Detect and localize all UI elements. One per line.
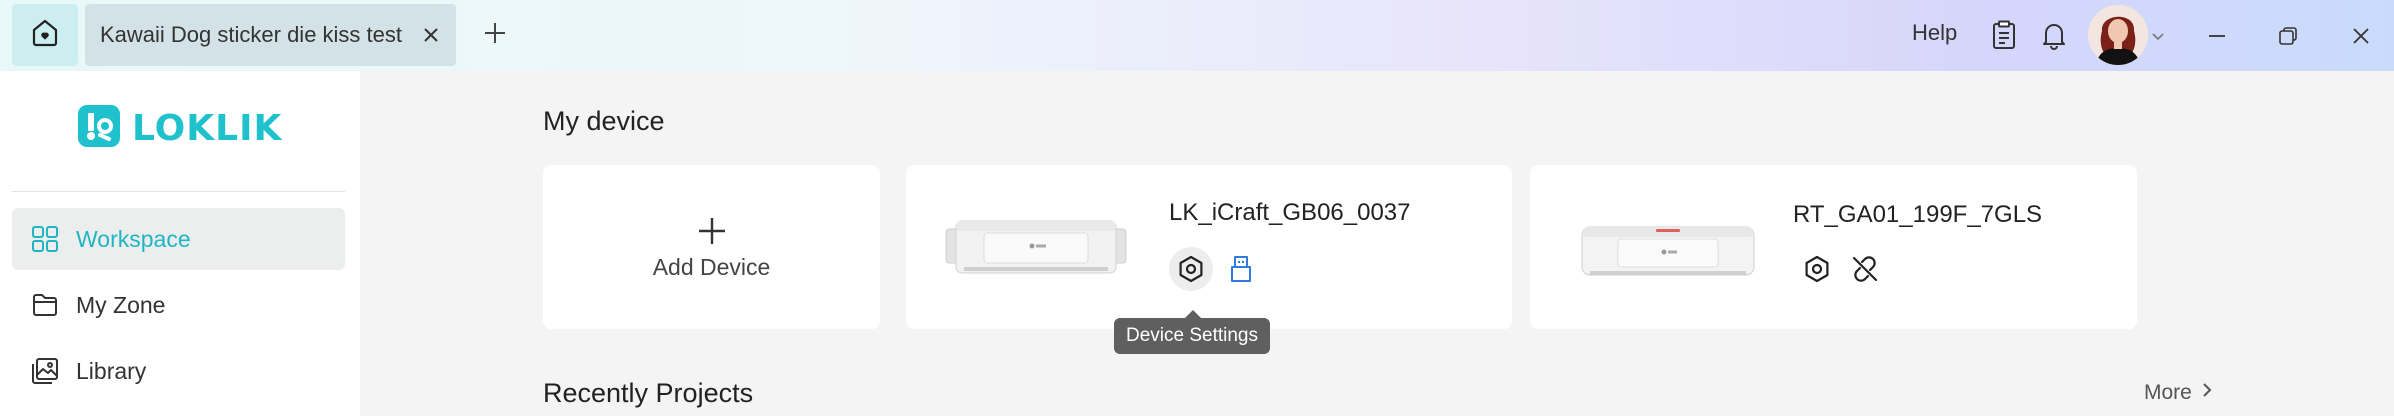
device-name: RT_GA01_199F_7GLS bbox=[1793, 201, 2043, 228]
sidebar-item-workspace[interactable]: Workspace bbox=[12, 208, 345, 270]
grid-icon bbox=[30, 224, 60, 254]
minimize-icon[interactable] bbox=[2199, 18, 2235, 54]
device-name: LK_iCraft_GB06_0037 bbox=[1169, 199, 1411, 226]
home-icon bbox=[29, 17, 61, 54]
device-card[interactable]: RT_GA01_199F_7GLS bbox=[1530, 165, 2137, 329]
device-card[interactable]: LK_iCraft_GB06_0037 bbox=[906, 165, 1512, 329]
sidebar-item-label: Workspace bbox=[76, 225, 191, 252]
user-avatar[interactable] bbox=[2088, 5, 2148, 65]
home-button[interactable] bbox=[12, 4, 78, 66]
add-device-card[interactable]: Add Device bbox=[543, 165, 880, 329]
recently-projects-title: Recently Projects bbox=[543, 378, 754, 408]
logo-wordmark: LOKLIK bbox=[132, 107, 283, 149]
more-link[interactable]: More bbox=[2144, 381, 2214, 405]
title-bar: Kawaii Dog sticker die kiss test Help bbox=[0, 0, 2394, 71]
sidebar-item-my-zone[interactable]: My Zone bbox=[12, 274, 345, 336]
help-link[interactable]: Help bbox=[1912, 20, 1957, 46]
plus-icon bbox=[483, 21, 507, 50]
tab-project[interactable]: Kawaii Dog sticker die kiss test bbox=[85, 4, 456, 66]
sidebar-item-label: Library bbox=[76, 357, 147, 384]
folder-icon bbox=[30, 290, 60, 320]
usb-connected-icon[interactable] bbox=[1219, 247, 1263, 291]
printer-image bbox=[944, 217, 1128, 282]
printer-image bbox=[1580, 221, 1756, 284]
sidebar-divider bbox=[12, 191, 345, 192]
disconnected-link-icon[interactable] bbox=[1843, 247, 1887, 291]
logo-mark-icon bbox=[78, 104, 120, 152]
close-window-icon[interactable] bbox=[2343, 18, 2379, 54]
plus-icon bbox=[695, 214, 729, 248]
library-icon bbox=[30, 356, 60, 386]
chevron-right-icon bbox=[2200, 381, 2214, 405]
clipboard-icon[interactable] bbox=[1986, 17, 2022, 53]
sidebar-item-label: My Zone bbox=[76, 291, 166, 318]
my-device-title: My device bbox=[543, 106, 665, 136]
tooltip-text: Device Settings bbox=[1125, 325, 1258, 346]
sidebar: LOKLIK Workspace My Zone Library bbox=[0, 71, 360, 416]
chevron-down-icon[interactable] bbox=[2148, 26, 2168, 46]
loklik-logo: LOKLIK bbox=[78, 104, 283, 152]
add-device-label: Add Device bbox=[652, 253, 771, 280]
tooltip-arrow bbox=[1185, 310, 1201, 318]
more-label: More bbox=[2144, 381, 2192, 404]
settings-icon[interactable] bbox=[1169, 247, 1213, 291]
bell-icon[interactable] bbox=[2036, 17, 2072, 53]
tab-title: Kawaii Dog sticker die kiss test bbox=[100, 22, 402, 47]
new-tab-button[interactable] bbox=[478, 18, 512, 52]
sidebar-item-library[interactable]: Library bbox=[12, 340, 345, 402]
restore-icon[interactable] bbox=[2270, 18, 2306, 54]
tab-close-icon[interactable] bbox=[420, 24, 442, 46]
device-settings-tooltip: Device Settings bbox=[1114, 318, 1270, 354]
settings-icon[interactable] bbox=[1795, 247, 1839, 291]
